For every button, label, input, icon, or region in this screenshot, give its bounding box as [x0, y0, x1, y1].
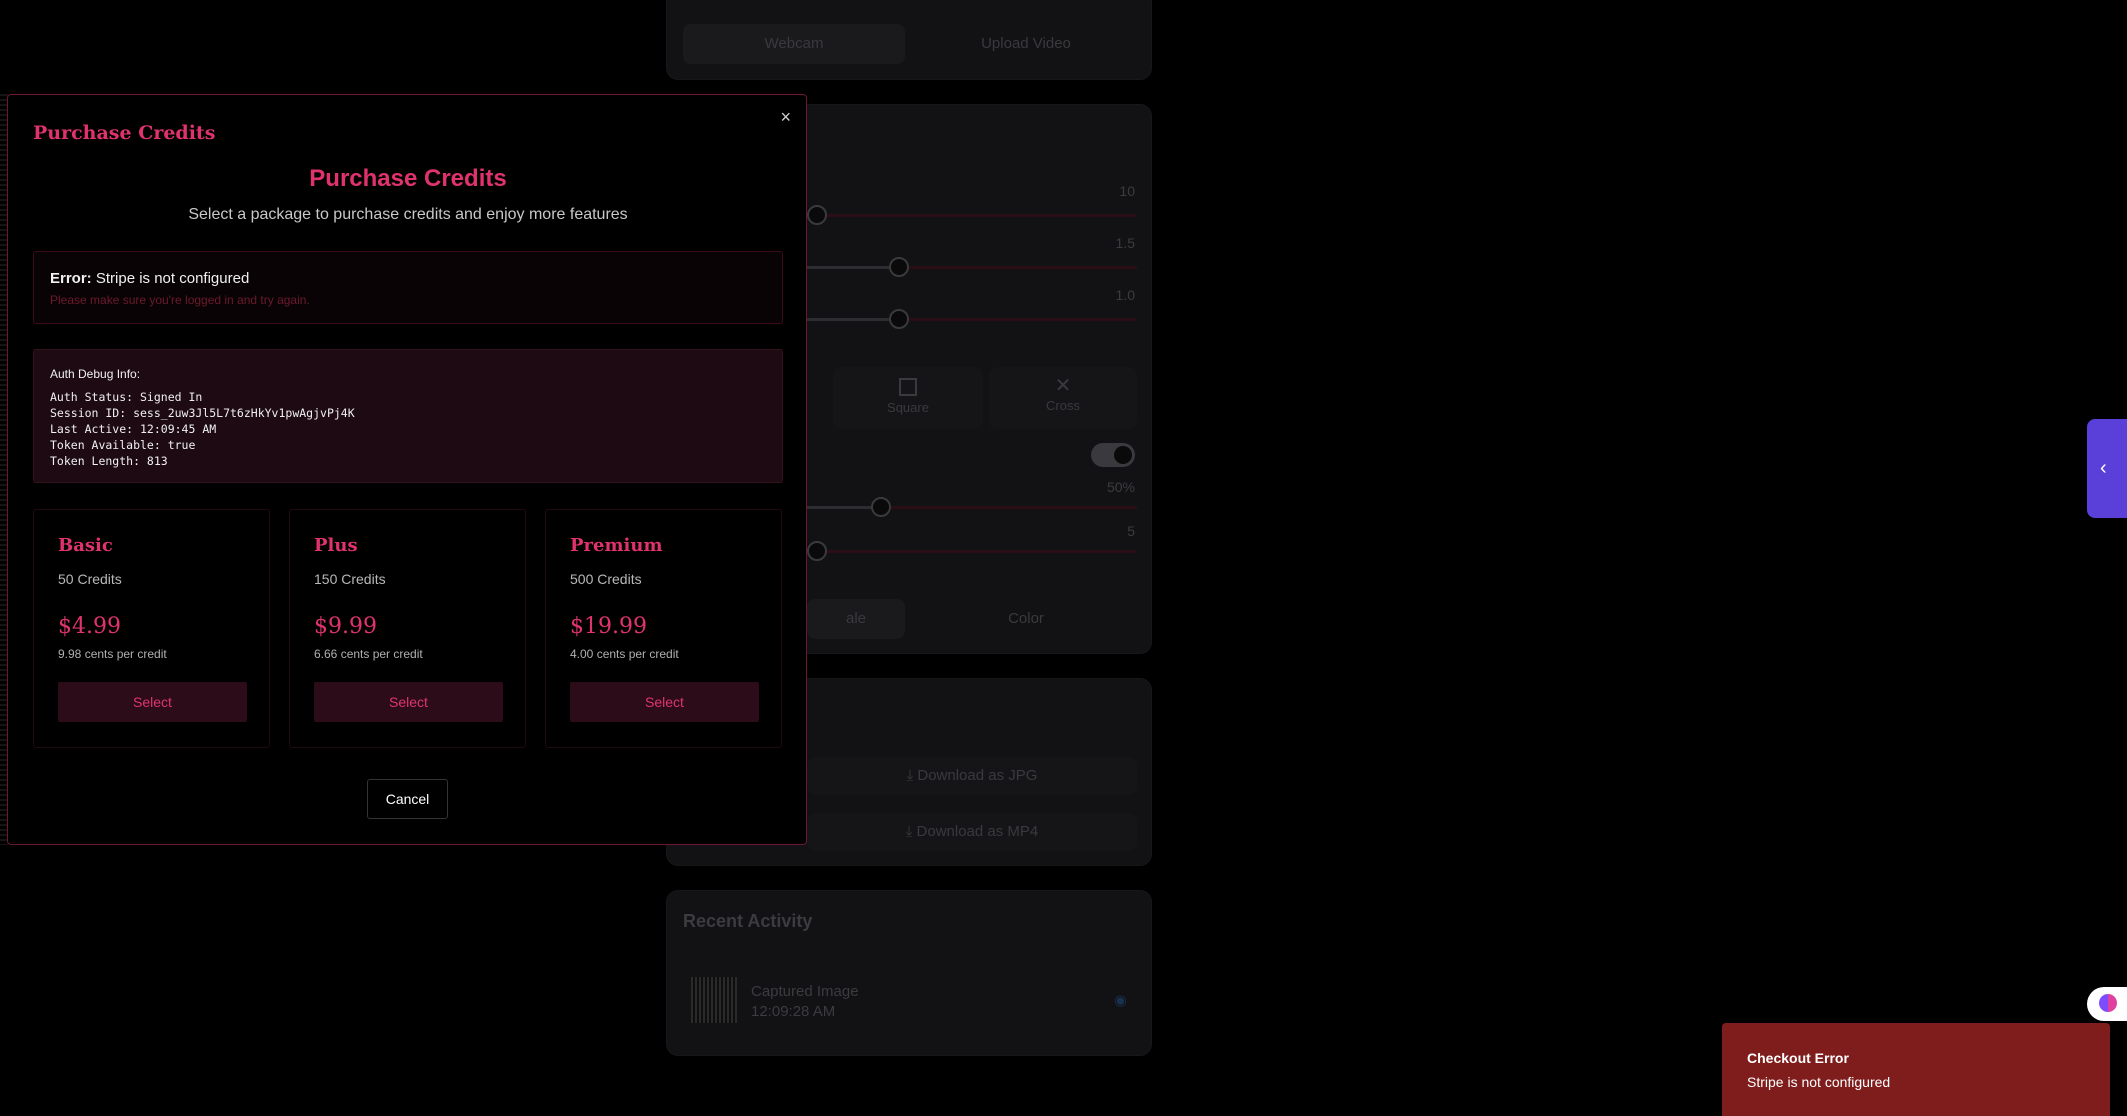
modal-heading: Purchase Credits [309, 165, 507, 192]
shape-cross[interactable]: ✕ Cross [989, 367, 1137, 429]
error-alert: Error: Stripe is not configured Please m… [33, 251, 783, 324]
shape-cross-label: Cross [1046, 398, 1080, 413]
brain-icon [2099, 994, 2117, 1012]
download-icon: ⤓ [905, 823, 917, 840]
package-credits: 150 Credits [314, 571, 386, 587]
recent-item-title: Captured Image [751, 983, 859, 1000]
select-premium-button[interactable]: Select [570, 682, 759, 722]
slider-2[interactable] [807, 257, 1137, 277]
thumbnail [691, 977, 737, 1023]
square-icon [899, 378, 917, 396]
download-jpg-label: Download as JPG [917, 767, 1038, 784]
shape-square[interactable]: Square [833, 367, 983, 429]
shape-square-label: Square [887, 400, 929, 415]
download-icon: ⤓ [906, 767, 918, 784]
package-plus: Plus 150 Credits $9.99 6.66 cents per cr… [289, 509, 526, 748]
select-plus-button[interactable]: Select [314, 682, 503, 722]
upload-video-tab[interactable]: Upload Video [915, 24, 1137, 64]
auth-debug-panel: Auth Debug Info: Auth Status: Signed In … [33, 349, 783, 483]
close-icon[interactable]: × [780, 107, 791, 128]
webcam-tab[interactable]: Webcam [683, 24, 905, 64]
package-premium: Premium 500 Credits $19.99 4.00 cents pe… [545, 509, 782, 748]
side-panel-toggle[interactable]: ‹ [2087, 419, 2127, 518]
modal-header-title: Purchase Credits [33, 122, 216, 144]
color-tab[interactable]: Color [915, 599, 1137, 639]
select-basic-button[interactable]: Select [58, 682, 247, 722]
purchase-credits-modal: Purchase Credits × Purchase Credits Sele… [7, 94, 807, 845]
toast-message: Stripe is not configured [1747, 1074, 1891, 1090]
package-name: Basic [58, 535, 113, 556]
slider-value-3: 1.0 [1115, 287, 1135, 303]
error-line: Error: Stripe is not configured [50, 270, 249, 287]
modal-subtitle: Select a package to purchase credits and… [188, 206, 628, 223]
cross-icon: ✕ [1054, 375, 1072, 397]
cancel-button[interactable]: Cancel [367, 779, 448, 819]
package-per-credit: 6.66 cents per credit [314, 647, 423, 661]
view-icon[interactable]: ◉ [1114, 991, 1127, 1009]
slider-3[interactable] [807, 309, 1137, 329]
package-price: $4.99 [58, 614, 121, 639]
package-per-credit: 9.98 cents per credit [58, 647, 167, 661]
slider-value-4: 50% [1106, 479, 1135, 495]
chevron-left-icon: ‹ [2100, 457, 2107, 479]
error-hint: Please make sure you're logged in and tr… [50, 293, 310, 307]
slider-5[interactable] [807, 541, 1137, 561]
error-label: Error: [50, 270, 92, 287]
download-mp4-label: Download as MP4 [916, 823, 1039, 840]
slider-value-2: 1.5 [1115, 235, 1135, 251]
package-price: $19.99 [570, 614, 647, 639]
recent-activity-card: Recent Activity Captured Image 12:09:28 … [666, 890, 1152, 1056]
slider-value-5: 5 [1127, 523, 1135, 539]
recent-item-time: 12:09:28 AM [751, 1003, 836, 1020]
package-price: $9.99 [314, 614, 377, 639]
debug-title: Auth Debug Info: [50, 367, 141, 381]
download-mp4-button[interactable]: ⤓ Download as MP4 [807, 813, 1137, 851]
grayscale-tab[interactable]: ale [807, 599, 905, 639]
source-card: Webcam Upload Video [666, 0, 1152, 80]
toast-title: Checkout Error [1747, 1050, 1849, 1066]
package-basic: Basic 50 Credits $4.99 9.98 cents per cr… [33, 509, 270, 748]
package-name: Premium [570, 535, 663, 556]
package-credits: 50 Credits [58, 571, 122, 587]
download-jpg-button[interactable]: ⤓ Download as JPG [807, 757, 1137, 795]
toggle[interactable] [1091, 443, 1135, 467]
slider-1[interactable] [807, 205, 1137, 225]
package-per-credit: 4.00 cents per credit [570, 647, 679, 661]
recent-activity-title: Recent Activity [683, 911, 813, 931]
assistant-launcher[interactable] [2087, 987, 2127, 1021]
slider-value-1: 10 [1119, 183, 1135, 199]
package-credits: 500 Credits [570, 571, 642, 587]
debug-lines: Auth Status: Signed In Session ID: sess_… [50, 390, 355, 468]
package-name: Plus [314, 535, 358, 556]
checkout-error-toast: Checkout Error Stripe is not configured [1722, 1023, 2110, 1116]
slider-4[interactable] [807, 497, 1137, 517]
error-message: Stripe is not configured [95, 270, 250, 287]
